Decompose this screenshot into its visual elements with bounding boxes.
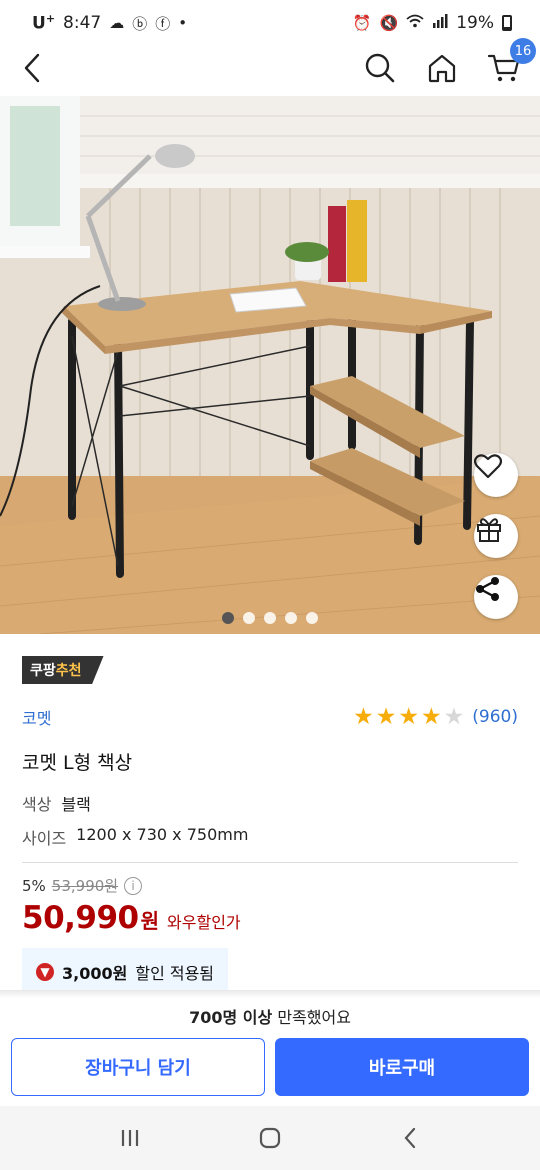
back-system-button[interactable] — [390, 1118, 430, 1158]
option-row-size: 사이즈 1200 x 730 x 750mm — [22, 825, 518, 849]
recent-apps-button[interactable] — [110, 1118, 150, 1158]
option-label: 사이즈 — [22, 829, 67, 848]
top-nav: 16 — [0, 38, 540, 96]
price-unit: 원 — [140, 909, 160, 933]
divider — [22, 862, 518, 863]
coupon-applied-box: ▼ 3,000원 할인 적용됨 — [22, 948, 229, 996]
cart-count-badge: 16 — [510, 38, 536, 64]
status-time: 8:47 — [63, 13, 102, 33]
brand-row: 코멧 ★ ★ ★ ★ ★ (960) — [22, 704, 518, 730]
product-image-gallery[interactable] — [0, 96, 540, 634]
product-info: 쿠팡추천 코멧 ★ ★ ★ ★ ★ (960) 코멧 L형 책상 색상 블랙 사… — [22, 656, 518, 996]
cart-button[interactable]: 16 — [482, 38, 536, 90]
back-button[interactable] — [10, 46, 54, 90]
product-title: 코멧 L형 책상 — [22, 752, 133, 774]
brand-link[interactable]: 코멧 — [22, 705, 51, 729]
coupang-recommend-badge: 쿠팡추천 — [22, 656, 104, 684]
arrow-down-icon: ▼ — [36, 963, 54, 981]
recent-apps-icon — [121, 1130, 139, 1146]
original-price: 53,990원 — [51, 877, 119, 895]
facebook-icon: ⓕ — [155, 14, 171, 33]
system-nav-bar — [0, 1106, 540, 1170]
price-row: 50,990 원 와우할인가 — [22, 900, 518, 936]
satisfaction-text: 700명 이상 만족했어요 — [189, 1008, 351, 1027]
option-value: 1200 x 730 x 750mm — [76, 825, 249, 844]
option-row-color: 색상 블랙 — [22, 791, 518, 815]
status-bar: U+ 8:47 ☁ ⓑ ⓕ • ⏰ 🔇 19% — [0, 0, 540, 46]
b-app-icon: ⓑ — [132, 14, 148, 33]
mute-icon: 🔇 — [379, 14, 399, 32]
gallery-dot[interactable] — [285, 612, 297, 624]
discount-row: 5% 53,990원 i — [22, 875, 518, 896]
gallery-dot[interactable] — [264, 612, 276, 624]
product-image — [0, 96, 540, 634]
info-icon[interactable]: i — [124, 876, 143, 895]
add-to-cart-button[interactable]: 장바구니 담기 — [11, 1038, 265, 1096]
star-icon: ★ — [398, 703, 420, 730]
signal-icon — [432, 14, 448, 32]
status-left: U+ 8:47 ☁ ⓑ ⓕ • — [32, 12, 187, 34]
coupon-amount: 3,000원 — [62, 964, 128, 983]
bottom-bar-shadow — [0, 990, 540, 998]
star-icon: ★ — [443, 703, 465, 730]
more-dot-icon: • — [178, 14, 188, 32]
battery-percent: 19% — [456, 13, 494, 33]
buy-now-button[interactable]: 바로구매 — [275, 1038, 529, 1096]
gallery-dot[interactable] — [222, 612, 234, 624]
wow-discount-label: 와우할인가 — [167, 913, 241, 932]
gallery-dot[interactable] — [306, 612, 318, 624]
home-circle-icon — [259, 1127, 281, 1149]
battery-icon — [502, 15, 512, 31]
coupon-text: 할인 적용됨 — [135, 964, 215, 983]
option-value: 블랙 — [61, 795, 91, 814]
cloud-icon: ☁ — [109, 14, 125, 32]
gift-icon — [477, 518, 501, 542]
home-system-button[interactable] — [250, 1118, 290, 1158]
gallery-dot[interactable] — [243, 612, 255, 624]
rating[interactable]: ★ ★ ★ ★ ★ (960) — [353, 703, 518, 730]
home-button[interactable] — [420, 46, 464, 90]
share-icon — [476, 577, 499, 601]
star-icon: ★ — [375, 703, 397, 730]
heart-icon — [474, 454, 502, 479]
option-label: 색상 — [22, 795, 52, 814]
gift-button[interactable] — [474, 514, 518, 558]
wifi-icon — [406, 14, 424, 32]
home-icon — [428, 54, 456, 83]
wishlist-button[interactable] — [474, 453, 518, 497]
star-icon: ★ — [421, 703, 442, 730]
sale-price: 50,990 — [22, 900, 139, 936]
carrier: U+ — [32, 12, 56, 34]
search-button[interactable] — [358, 46, 402, 90]
gallery-indicator — [0, 612, 540, 624]
review-count[interactable]: (960) — [472, 707, 518, 727]
chevron-left-icon — [24, 53, 40, 83]
alarm-icon: ⏰ — [352, 14, 372, 32]
star-icon: ★ — [353, 703, 374, 730]
search-icon — [365, 53, 395, 83]
status-right: ⏰ 🔇 19% — [353, 13, 512, 33]
discount-rate: 5% — [22, 876, 46, 895]
back-chevron-icon — [404, 1127, 416, 1149]
